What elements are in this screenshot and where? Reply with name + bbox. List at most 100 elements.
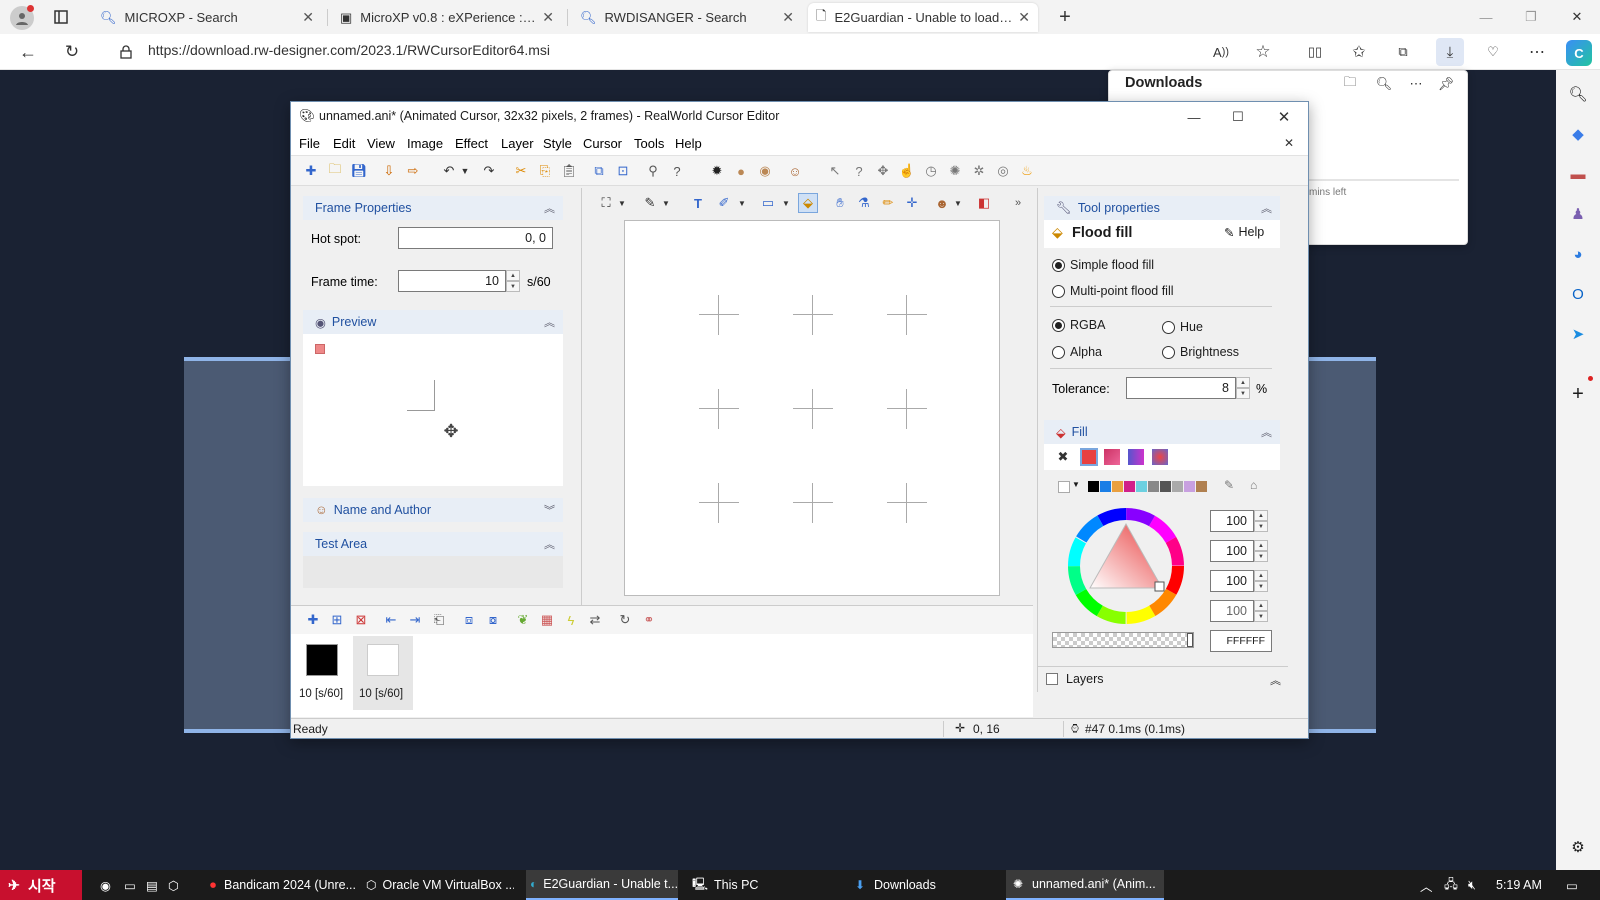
move-frame-right-icon[interactable]: ⇥: [405, 610, 425, 630]
taskbar-downloads[interactable]: ⬇ Downloads: [848, 870, 1000, 900]
effect-icon[interactable]: ✹: [707, 161, 727, 181]
settings-cursor-icon[interactable]: ✲: [969, 161, 989, 181]
tab-actions-icon[interactable]: [50, 6, 72, 28]
linear-gradient-icon[interactable]: [1128, 449, 1144, 465]
collections-icon[interactable]: ⧉: [1392, 41, 1414, 63]
frame-thumb-1[interactable]: 10 [s/60]: [297, 640, 349, 706]
zoom-icon[interactable]: ⚲: [643, 161, 663, 181]
eraser-icon[interactable]: ✏: [878, 193, 898, 213]
gear-icon[interactable]: ⚙: [1566, 835, 1590, 859]
radio-selected[interactable]: [1052, 318, 1065, 332]
orange-swatch[interactable]: [1112, 481, 1123, 492]
channel-stepper[interactable]: ▲ ▼: [1254, 540, 1268, 562]
pen-icon[interactable]: ✎: [1224, 478, 1234, 492]
taskbar-virtualbox[interactable]: ⬡ Oracle VM VirtualBox ...: [362, 870, 514, 900]
chrome-icon[interactable]: ◉: [100, 870, 111, 900]
join-frame-icon[interactable]: ⧇: [483, 610, 503, 630]
virtualbox-quick-icon[interactable]: ⬡: [168, 870, 179, 900]
brightness-option[interactable]: Brightness: [1162, 345, 1239, 359]
open-folder-icon[interactable]: 🗀: [1339, 73, 1361, 95]
microsoft-365-icon[interactable]: ◕: [1566, 242, 1590, 266]
move-frame-left-icon[interactable]: ⇤: [381, 610, 401, 630]
help-cursor-icon[interactable]: ?: [667, 161, 687, 181]
notification-center-icon[interactable]: ▭: [1566, 870, 1578, 900]
tool-properties-header[interactable]: 🔧︎ Tool properties ︽: [1044, 196, 1280, 220]
favorite-star-icon[interactable]: ☆: [1252, 41, 1274, 63]
channel-stepper[interactable]: ▲ ▼: [1254, 600, 1268, 622]
hue-option[interactable]: Hue: [1162, 320, 1203, 334]
collapse-icon[interactable]: ︽: [1261, 200, 1272, 216]
collapse-icon[interactable]: ︽: [1261, 424, 1272, 440]
channel-input-4[interactable]: 100: [1210, 600, 1254, 622]
dropdown-arrow-icon[interactable]: ▼: [1072, 480, 1080, 489]
move-cursor-icon[interactable]: ✥: [873, 161, 893, 181]
search-icon[interactable]: 🔍︎: [1566, 82, 1590, 106]
tab-rwdisanger-search[interactable]: 🔍︎ RWDISANGER - Search ✕: [572, 3, 802, 32]
minimize-button[interactable]: —: [1183, 106, 1205, 128]
dropdown-arrow-icon[interactable]: ▼: [776, 193, 796, 213]
collapse-icon[interactable]: ︽: [544, 314, 555, 330]
ball-icon[interactable]: ●: [731, 161, 751, 181]
favorites-icon[interactable]: ✩: [1348, 41, 1370, 63]
collapse-icon[interactable]: ︽: [544, 200, 555, 216]
split-frame-icon[interactable]: ⧈: [459, 610, 479, 630]
frame-time-input[interactable]: 10: [398, 270, 506, 292]
drawing-canvas[interactable]: [624, 220, 1000, 596]
collapse-icon[interactable]: ︽: [1270, 672, 1281, 688]
tolerance-input[interactable]: 8: [1126, 377, 1236, 399]
outlook-icon[interactable]: O: [1566, 282, 1590, 306]
radio-selected[interactable]: [1052, 258, 1065, 272]
menu-cursor[interactable]: Cursor: [583, 136, 622, 151]
dropdown-arrow-icon[interactable]: ▼: [656, 193, 676, 213]
darkgray-swatch[interactable]: [1160, 481, 1171, 492]
menu-help[interactable]: Help: [675, 136, 702, 151]
menu-effect[interactable]: Effect: [455, 136, 488, 151]
hand-tool-icon[interactable]: ✋︎: [830, 193, 850, 213]
magenta-swatch[interactable]: [1124, 481, 1135, 492]
lock-icon[interactable]: [118, 43, 134, 61]
alpha-slider-thumb[interactable]: [1187, 633, 1193, 647]
redo-icon[interactable]: ↷: [479, 161, 499, 181]
taskbar-cursor-editor[interactable]: ✺ unnamed.ani* (Anim...: [1006, 870, 1164, 900]
volume-muted-icon[interactable]: 🔇︎: [1468, 870, 1476, 900]
brush-icon[interactable]: ✐: [714, 193, 734, 213]
working-cursor-icon[interactable]: ✺: [945, 161, 965, 181]
test-area[interactable]: [303, 556, 563, 588]
close-icon[interactable]: ✕: [302, 9, 314, 26]
shopping-tag-icon[interactable]: ◆: [1566, 122, 1590, 146]
taskbar-bandicam[interactable]: ⏺ Bandicam 2024 (Unre...: [204, 870, 356, 900]
clock[interactable]: 5:19 AM: [1496, 870, 1542, 900]
frame-link-icon[interactable]: ⚭: [639, 610, 659, 630]
circle-cursor-icon[interactable]: ◎: [993, 161, 1013, 181]
radio[interactable]: [1162, 345, 1175, 359]
swap-frames-icon[interactable]: ⇄: [585, 610, 605, 630]
radial-gradient-icon[interactable]: [1152, 449, 1168, 465]
channel-stepper[interactable]: ▲ ▼: [1254, 510, 1268, 532]
help-select-icon[interactable]: ?: [849, 161, 869, 181]
tab-microxp-page[interactable]: ▣ MicroXP v0.8 : eXPerience : Free ✕: [332, 3, 562, 32]
cut-icon[interactable]: ✂: [511, 161, 531, 181]
save-icon[interactable]: 💾︎: [349, 161, 369, 181]
close-icon[interactable]: ✕: [542, 9, 554, 26]
blue-swatch[interactable]: [1100, 481, 1111, 492]
paste-icon[interactable]: 📋︎: [559, 161, 579, 181]
menu-edit[interactable]: Edit: [333, 136, 355, 151]
busy-cursor-icon[interactable]: ◷: [921, 161, 941, 181]
games-icon[interactable]: ♟: [1566, 202, 1590, 226]
expand-icon[interactable]: ︾: [544, 502, 555, 518]
radio[interactable]: [1052, 345, 1065, 359]
name-author-header[interactable]: ☺ Name and Author ︾: [303, 498, 563, 522]
import-icon[interactable]: ⇩: [379, 161, 399, 181]
close-icon[interactable]: ✕: [1018, 9, 1030, 26]
tab-e2guardian[interactable]: 🗋 E2Guardian - Unable to load web ✕: [808, 3, 1038, 32]
radio[interactable]: [1052, 284, 1065, 298]
resize-icon[interactable]: ⧉: [589, 161, 609, 181]
export-icon[interactable]: ⇨: [403, 161, 423, 181]
hex-color-input[interactable]: FFFFFF: [1210, 630, 1272, 652]
pin-icon[interactable]: 📌︎: [1435, 73, 1457, 95]
send-icon[interactable]: ➤: [1566, 322, 1590, 346]
copilot-icon[interactable]: C: [1566, 40, 1592, 66]
close-button[interactable]: ✕: [1273, 106, 1295, 128]
channel-input-1[interactable]: 100: [1210, 510, 1254, 532]
test-area-header[interactable]: Test Area ︽: [303, 532, 563, 556]
